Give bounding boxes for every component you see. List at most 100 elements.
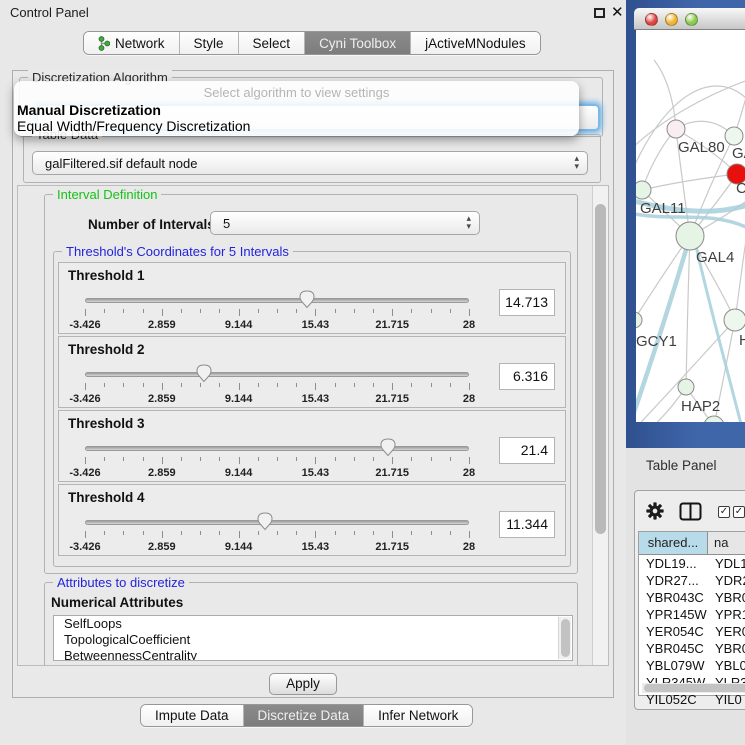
network-edge[interactable] (636, 236, 690, 320)
close-icon[interactable]: ✕ (611, 3, 624, 21)
cell-name[interactable]: YBL0 (708, 657, 745, 674)
slider-track[interactable] (85, 298, 469, 303)
gear-icon[interactable] (646, 502, 664, 520)
attribute-list-item[interactable]: SelfLoops (54, 616, 572, 632)
network-node[interactable] (678, 379, 694, 395)
threshold-slider[interactable]: -3.4262.8599.14415.4321.71528 (85, 365, 469, 407)
cell-name[interactable]: YPR1 (708, 606, 745, 623)
attribute-list-item[interactable]: TopologicalCoefficient (54, 632, 572, 648)
axis-tick (373, 309, 374, 313)
threshold-slider[interactable]: -3.4262.8599.14415.4321.71528 (85, 439, 469, 481)
table-row[interactable]: YDL19...YDL1 (639, 555, 745, 572)
cell-shared-name[interactable]: YDL19... (639, 555, 708, 572)
tab-select[interactable]: Select (239, 32, 306, 54)
threshold-slider[interactable]: -3.4262.8599.14415.4321.71528 (85, 513, 469, 555)
network-edge-thick[interactable] (696, 246, 742, 422)
tab-cyni-toolbox[interactable]: Cyni Toolbox (305, 32, 411, 54)
checkbox-icon[interactable]: ✓ (718, 506, 730, 518)
cell-name[interactable]: YIL0 (708, 691, 745, 708)
apply-button[interactable]: Apply (269, 673, 337, 695)
attributes-group-title: Attributes to discretize (53, 575, 189, 590)
cell-shared-name[interactable]: YIL052C (639, 691, 708, 708)
threshold-value-field[interactable]: 6.316 (499, 363, 555, 390)
float-window-icon[interactable] (594, 8, 605, 18)
table-row[interactable]: YBR043CYBR0 (639, 589, 745, 606)
axis-tick-label: 15.43 (302, 541, 330, 553)
network-edge[interactable] (735, 228, 745, 320)
cell-name[interactable]: YDR2 (708, 572, 745, 589)
slider-thumb[interactable] (257, 512, 273, 531)
network-node[interactable] (724, 309, 745, 331)
attributes-scrollbar[interactable] (558, 617, 571, 659)
option-equal-width-frequency[interactable]: Equal Width/Frequency Discretization (17, 118, 250, 134)
number-of-intervals-combobox[interactable]: 5 ▴▾ (210, 211, 480, 235)
table-data-combobox[interactable]: galFiltered.sif default node ▴▾ (32, 151, 588, 175)
checkbox-icon[interactable]: ✓ (733, 506, 745, 518)
table-horizontal-scrollbar[interactable] (642, 683, 745, 693)
threshold-slider[interactable]: -3.4262.8599.14415.4321.71528 (85, 291, 469, 333)
slider-track[interactable] (85, 446, 469, 451)
axis-tick (162, 383, 163, 390)
tab-network[interactable]: Network (84, 32, 180, 54)
close-traffic-light[interactable] (645, 13, 658, 26)
network-edge[interactable] (686, 236, 690, 387)
cell-name[interactable]: YDL1 (708, 555, 745, 572)
slider-thumb[interactable] (196, 364, 212, 383)
numerical-attributes-list[interactable]: SelfLoopsTopologicalCoefficientBetweenne… (53, 615, 573, 661)
threshold-value-field[interactable]: 14.713 (499, 289, 555, 316)
column-view-icon[interactable] (679, 502, 702, 521)
tab-jactivemnodules[interactable]: jActiveMNodules (411, 32, 540, 54)
scrollbar-thumb[interactable] (644, 684, 745, 692)
table-row[interactable]: YBL079WYBL0 (639, 657, 745, 674)
axis-tick (239, 309, 240, 316)
slider-track[interactable] (85, 520, 469, 525)
network-canvas[interactable]: GAL80GACGAL11GAL4GCY1HHAP2 (636, 30, 745, 422)
network-window-titlebar[interactable] (634, 8, 745, 30)
axis-tick (431, 383, 432, 387)
network-node[interactable] (636, 181, 651, 199)
table-row[interactable]: YPR145WYPR1 (639, 606, 745, 623)
slider-thumb[interactable] (299, 290, 315, 309)
cell-shared-name[interactable]: YPR145W (639, 606, 708, 623)
column-header-name[interactable]: na (708, 532, 745, 554)
cell-name[interactable]: YBR0 (708, 589, 745, 606)
slider-thumb[interactable] (380, 438, 396, 457)
network-edge[interactable] (654, 60, 676, 129)
cell-shared-name[interactable]: YBR043C (639, 589, 708, 606)
cell-shared-name[interactable]: YBR045C (639, 640, 708, 657)
column-header-shared-name[interactable]: shared... (639, 532, 708, 554)
network-node[interactable] (636, 312, 642, 328)
table-row[interactable]: YDR27...YDR2 (639, 572, 745, 589)
cell-shared-name[interactable]: YBL079W (639, 657, 708, 674)
cell-shared-name[interactable]: YER054C (639, 623, 708, 640)
slider-track[interactable] (85, 372, 469, 377)
table-row[interactable]: YER054CYER0 (639, 623, 745, 640)
option-manual-discretization[interactable]: Manual Discretization (17, 102, 161, 118)
threshold-value-field[interactable]: 21.4 (499, 437, 555, 464)
cell-shared-name[interactable]: YDR27... (639, 572, 708, 589)
table-row[interactable]: YIL052CYIL0 (639, 691, 745, 708)
cell-name[interactable]: YBR0 (708, 640, 745, 657)
tab-impute-data[interactable]: Impute Data (141, 705, 244, 726)
axis-tick (392, 309, 393, 316)
minimize-traffic-light[interactable] (665, 13, 678, 26)
axis-tick (373, 457, 374, 461)
network-node[interactable] (676, 222, 704, 250)
cell-name[interactable]: YER0 (708, 623, 745, 640)
tab-infer-network[interactable]: Infer Network (364, 705, 472, 726)
network-node[interactable] (667, 120, 685, 138)
scrollbar-thumb[interactable] (595, 204, 606, 534)
table-row[interactable]: YBR045CYBR0 (639, 640, 745, 657)
axis-tick-label: 21.715 (375, 319, 409, 331)
zoom-traffic-light[interactable] (685, 13, 698, 26)
network-node[interactable] (725, 127, 743, 145)
tab-discretize-data[interactable]: Discretize Data (244, 705, 365, 726)
network-edge[interactable] (642, 129, 676, 190)
tab-style[interactable]: Style (180, 32, 239, 54)
axis-tick (258, 531, 259, 535)
threshold-value-field[interactable]: 11.344 (499, 511, 555, 538)
network-edge[interactable] (636, 387, 686, 422)
settings-scrollbar[interactable] (592, 186, 608, 665)
attribute-list-item[interactable]: BetweennessCentrality (54, 648, 572, 661)
network-edge[interactable] (642, 174, 737, 190)
